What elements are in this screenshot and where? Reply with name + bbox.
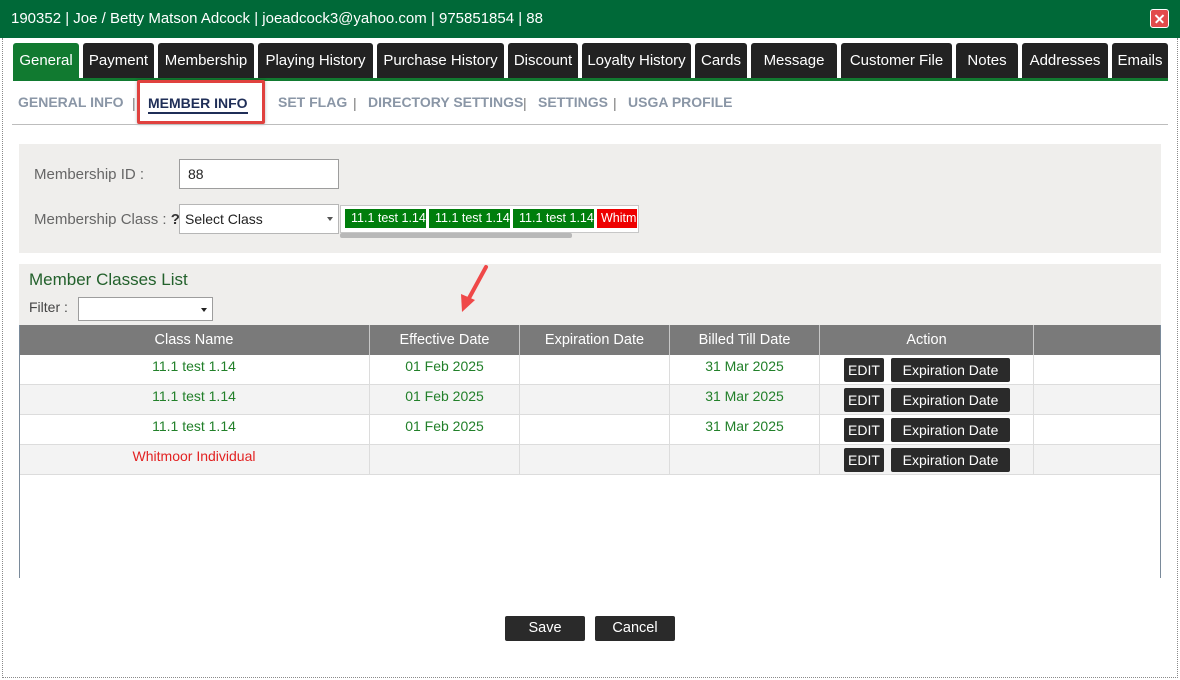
column-header-class-name: Class Name	[19, 325, 370, 355]
cell-billed-till-date: 31 Mar 2025	[670, 355, 820, 385]
class-chip[interactable]: 11.1 test 1.14	[429, 209, 510, 228]
close-icon[interactable]	[1150, 9, 1169, 28]
expiration-date-button[interactable]: Expiration Date	[891, 358, 1010, 382]
cell-effective-date: 01 Feb 2025	[370, 415, 520, 445]
cell-expiration-date	[520, 415, 670, 445]
classes-table: Class Name Effective Date Expiration Dat…	[19, 325, 1161, 578]
cell-expiration-date	[520, 385, 670, 415]
subnav-divider	[12, 124, 1168, 125]
cell-billed-till-date	[670, 445, 820, 475]
table-row: 11.1 test 1.14 01 Feb 2025 31 Mar 2025 E…	[19, 415, 1161, 445]
subnav-general-info[interactable]: GENERAL INFO	[18, 94, 124, 110]
membership-id-input[interactable]: 88	[179, 159, 339, 189]
subnav-set-flag[interactable]: SET FLAG	[278, 94, 347, 110]
cell-class-name: 11.1 test 1.14	[19, 355, 370, 385]
tab-customer-file[interactable]: Customer File	[841, 43, 952, 79]
cell-effective-date: 01 Feb 2025	[370, 355, 520, 385]
subnav-separator: |	[613, 95, 617, 111]
table-row: 11.1 test 1.14 01 Feb 2025 31 Mar 2025 E…	[19, 385, 1161, 415]
expiration-date-button[interactable]: Expiration Date	[891, 448, 1010, 472]
subnav-separator: |	[132, 95, 136, 111]
cell-class-name: Whitmoor Individual	[19, 445, 370, 475]
column-header-effective-date: Effective Date	[370, 325, 520, 355]
tab-addresses[interactable]: Addresses	[1022, 43, 1108, 79]
tab-discount[interactable]: Discount	[508, 43, 578, 79]
annotation-arrow-icon	[461, 265, 488, 312]
class-chip-list[interactable]: 11.1 test 1.14 11.1 test 1.14 11.1 test …	[340, 205, 639, 233]
cell-class-name: 11.1 test 1.14	[19, 385, 370, 415]
subnav-separator: |	[523, 95, 527, 111]
classes-list-title: Member Classes List	[29, 270, 188, 289]
chip-scrollbar[interactable]	[340, 233, 572, 238]
tab-purchase-history[interactable]: Purchase History	[377, 43, 504, 79]
save-button[interactable]: Save	[505, 616, 585, 641]
tab-playing-history[interactable]: Playing History	[258, 43, 373, 79]
tab-membership[interactable]: Membership	[158, 43, 254, 79]
class-chip[interactable]: 11.1 test 1.14	[513, 209, 594, 228]
edit-button[interactable]: EDIT	[844, 448, 884, 472]
subnav-separator: |	[353, 95, 357, 111]
cell-billed-till-date: 31 Mar 2025	[670, 385, 820, 415]
cell-expiration-date	[520, 355, 670, 385]
tab-message[interactable]: Message	[751, 43, 837, 79]
cell-billed-till-date: 31 Mar 2025	[670, 415, 820, 445]
expiration-date-button[interactable]: Expiration Date	[891, 418, 1010, 442]
window-title-bar: 190352 | Joe / Betty Matson Adcock | joe…	[0, 0, 1180, 38]
class-chip[interactable]: 11.1 test 1.14	[345, 209, 426, 228]
cell-effective-date	[370, 445, 520, 475]
subnav-directory-settings[interactable]: DIRECTORY SETTINGS	[368, 94, 523, 110]
expiration-date-button[interactable]: Expiration Date	[891, 388, 1010, 412]
table-header: Class Name Effective Date Expiration Dat…	[19, 325, 1161, 355]
cancel-button[interactable]: Cancel	[595, 616, 675, 641]
filter-select[interactable]	[78, 297, 213, 321]
highlight-annotation-box	[137, 80, 265, 124]
tab-loyalty-history[interactable]: Loyalty History	[582, 43, 691, 79]
class-chip[interactable]: Whitm	[597, 209, 637, 228]
column-header-action: Action	[820, 325, 1034, 355]
column-header-expiration-date: Expiration Date	[520, 325, 670, 355]
cell-class-name: 11.1 test 1.14	[19, 415, 370, 445]
membership-id-label: Membership ID :	[34, 166, 145, 183]
tab-cards[interactable]: Cards	[695, 43, 747, 79]
tab-general[interactable]: General	[13, 43, 79, 79]
window-title: 190352 | Joe / Betty Matson Adcock | joe…	[11, 10, 543, 27]
table-right-border	[1160, 325, 1161, 578]
membership-class-label-text: Membership Class :	[34, 211, 171, 228]
table-row: Whitmoor Individual EDIT Expiration Date	[19, 445, 1161, 475]
select-class-value: Select Class	[185, 211, 263, 227]
subnav-settings[interactable]: SETTINGS	[538, 94, 608, 110]
column-header-billed-till-date: Billed Till Date	[670, 325, 820, 355]
cell-effective-date: 01 Feb 2025	[370, 385, 520, 415]
cell-expiration-date	[520, 445, 670, 475]
chevron-down-icon	[327, 217, 333, 221]
membership-class-label: Membership Class : ?	[34, 211, 180, 228]
chevron-down-icon	[201, 308, 207, 312]
tab-notes[interactable]: Notes	[956, 43, 1018, 79]
tab-payment[interactable]: Payment	[83, 43, 154, 79]
membership-class-select[interactable]: Select Class	[179, 204, 339, 234]
edit-button[interactable]: EDIT	[844, 388, 884, 412]
filter-label: Filter :	[29, 299, 68, 315]
subnav-usga-profile[interactable]: USGA PROFILE	[628, 94, 733, 110]
edit-button[interactable]: EDIT	[844, 358, 884, 382]
tab-emails[interactable]: Emails	[1112, 43, 1168, 79]
table-left-border	[19, 325, 20, 578]
edit-button[interactable]: EDIT	[844, 418, 884, 442]
table-row: 11.1 test 1.14 01 Feb 2025 31 Mar 2025 E…	[19, 355, 1161, 385]
